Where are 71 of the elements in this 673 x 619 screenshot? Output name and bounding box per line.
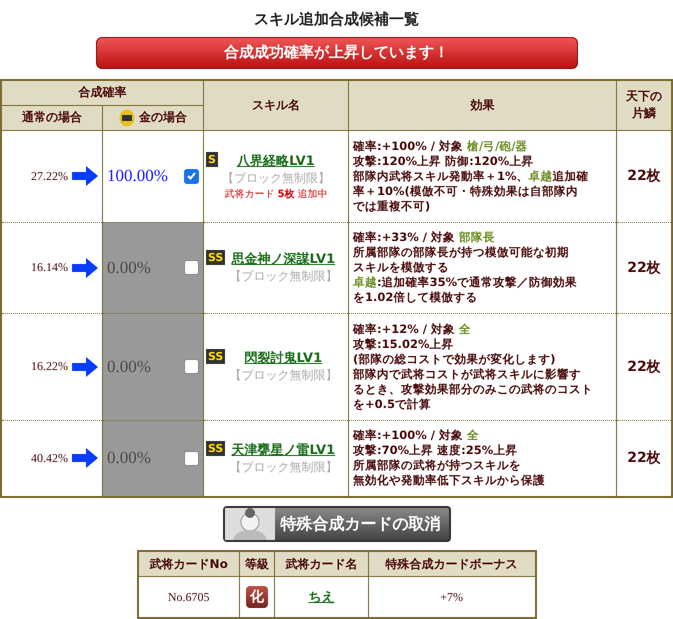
effect-text: 卓越:追加確率35%で通常攻撃／防御効果 xyxy=(353,275,578,290)
skill-link[interactable]: 八界経略LV1 xyxy=(237,152,315,170)
column-header-text: 金の場合 xyxy=(139,109,187,126)
rate-text: 27.22% xyxy=(31,168,68,184)
effect-text: 所属部隊の武将が持つスキルを xyxy=(353,458,522,474)
checkbox[interactable] xyxy=(184,168,199,184)
count-text: 22枚 xyxy=(627,168,661,184)
rank-badge: SS xyxy=(206,440,226,456)
effect-text: を1.02倍して模倣する xyxy=(353,290,478,305)
effect-text: を+0.5で計算 xyxy=(353,396,432,412)
effect-text: (部隊の総コストで効果が変化します) xyxy=(353,352,557,366)
skill-note: 【ブロック無制限】 xyxy=(222,170,330,186)
column-header: 特殊合成カードボーナス xyxy=(368,551,536,576)
effect-text: 確率:+12% / 対象 全 xyxy=(353,322,472,336)
effect-text: るとき、攻撃効果部分のみこの武将のコスト xyxy=(353,382,594,396)
arrow-icon xyxy=(72,258,98,278)
page-title: スキル追加合成候補一覧 xyxy=(254,10,419,29)
column-header: 通常の場合 xyxy=(1,105,102,130)
effect-text: スキルを模倣する xyxy=(353,260,450,275)
rank-badge: S xyxy=(206,152,218,166)
arrow-icon xyxy=(72,448,98,468)
effect-text: 攻撃:120%上昇 防御:120%上昇 xyxy=(353,154,534,168)
column-header: 武将カード名 xyxy=(274,551,368,576)
effect-text: 確率:+33% / 対象 部隊長 xyxy=(353,230,496,245)
skill-note: 【ブロック無制限】 xyxy=(229,458,338,476)
premium-rate-text: 0.00% xyxy=(107,258,151,278)
column-header: 効果 xyxy=(348,80,616,130)
effect-text: 確率:+100% / 対象 全 xyxy=(353,428,480,444)
card-status-text: 武将カード 5枚 追加中 xyxy=(224,188,328,200)
grade-badge: 化 xyxy=(246,586,268,608)
skill-note: 【ブロック無制限】 xyxy=(229,268,338,285)
skill-link[interactable]: 思金神ノ深謀LV1 xyxy=(232,250,336,268)
count-text: 22枚 xyxy=(627,450,661,466)
banner: 合成成功確率が上昇しています！ xyxy=(96,37,578,68)
effect-text: 無効化や発動率低下スキルから保護 xyxy=(353,473,546,488)
effect-text: 部隊内武将スキル発動率＋1%、卓越追加確 xyxy=(353,168,590,184)
effect-text: 攻撃:15.02%上昇 xyxy=(353,336,454,352)
arrow-icon xyxy=(72,166,98,186)
column-header: 合成確率 xyxy=(1,80,204,105)
arrow-icon xyxy=(72,356,98,376)
checkbox[interactable] xyxy=(184,450,199,466)
column-header: 武将カードNo xyxy=(138,551,240,576)
effect-text: 部隊内で武将コストが武将スキルに影響す xyxy=(353,366,582,382)
checkbox[interactable] xyxy=(184,260,199,275)
skill-note: 【ブロック無制限】 xyxy=(229,367,338,384)
rank-badge: SS xyxy=(206,349,226,364)
card-name-link[interactable]: ちえ xyxy=(308,590,334,605)
rate-text: 16.22% xyxy=(31,359,68,374)
column-header: 天下の片鱗 xyxy=(616,80,672,130)
premium-rate-text: 0.00% xyxy=(107,448,151,468)
checkmark-icon xyxy=(187,172,196,180)
column-header: スキル名 xyxy=(204,80,348,130)
rate-text: 40.42% xyxy=(31,450,68,466)
checkbox[interactable] xyxy=(184,359,199,374)
effect-text: 率＋10%(模倣不可・特殊効果は自部隊内 xyxy=(353,184,579,198)
effect-text: では重複不可) xyxy=(353,198,432,214)
skill-link[interactable]: 閃裂討鬼LV1 xyxy=(244,349,322,367)
cancel-button[interactable]: 特殊合成カードの取消 xyxy=(222,506,450,542)
avatar-icon xyxy=(224,508,274,540)
effect-text: 確率:+100% / 対象 槍/弓/砲/器 xyxy=(353,138,529,154)
coin-icon xyxy=(119,108,135,126)
count-text: 22枚 xyxy=(627,358,661,374)
rank-badge: SS xyxy=(206,250,226,265)
effect-text: 所属部隊の部隊長が持つ模倣可能な初期 xyxy=(353,245,570,260)
count-text: 22枚 xyxy=(627,260,661,276)
rate-text: 16.14% xyxy=(31,260,68,275)
effect-text: 攻撃:70%上昇 速度:25%上昇 xyxy=(353,443,518,458)
skill-link[interactable]: 天津甕星ノ雷LV1 xyxy=(232,440,336,459)
premium-rate-text: 100.00% xyxy=(107,166,168,186)
premium-rate-text: 0.00% xyxy=(107,356,151,376)
column-header: 等級 xyxy=(239,551,275,576)
